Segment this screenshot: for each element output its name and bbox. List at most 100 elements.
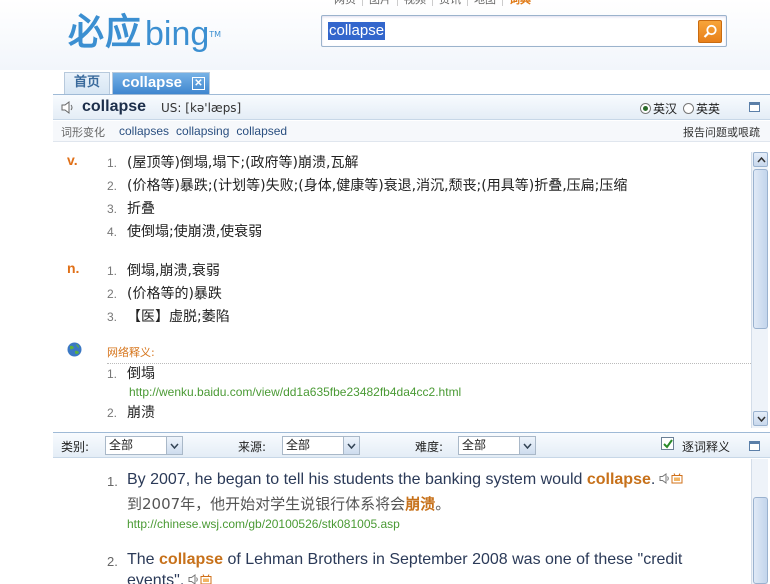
headword: collapse [82,98,147,115]
definitions-scrollbar[interactable] [751,152,768,428]
nav-images[interactable]: 图片 [363,0,398,6]
definition-item: 1. 倒塌,崩溃,衰弱 [107,260,220,280]
bing-logo[interactable]: 必应 bing TM [68,4,221,54]
inflection-link[interactable]: collapsed [236,124,287,138]
inflection-link[interactable]: collapsing [176,124,229,138]
scroll-thumb[interactable] [753,169,768,329]
tab-collapse-label: collapse [122,74,183,91]
def-number: 1. [107,156,118,170]
source-value: 全部 [286,438,311,452]
example-number: 1. [107,474,118,489]
chevron-down-icon [347,443,356,449]
web-definition-item: 1. 倒塌 [107,363,155,383]
category-value: 全部 [109,438,134,452]
def-number: 1. [107,264,118,278]
difficulty-select[interactable]: 全部 [458,436,536,455]
check-icon [663,439,673,449]
radio-dot-selected [640,103,651,114]
chevron-up-icon [757,157,766,163]
def-number: 2. [107,287,118,301]
header: 必应 bing TM 网页 图片 视频 资讯 地图 词典 collapse [0,0,770,70]
tab-collapse[interactable]: collapse ✕ [112,72,210,94]
nav-dictionary[interactable]: 词典 [503,0,537,6]
category-select[interactable]: 全部 [105,436,183,455]
tab-strip: 首页 collapse ✕ [0,70,770,94]
radio-en-cn-label: 英汉 [653,102,678,116]
example-text: 。 [435,495,451,513]
web-definitions-title: 网络释义: [107,344,751,364]
scroll-thumb[interactable] [753,497,768,584]
example-text: of Lehman Brothers in September 2008 was… [223,551,683,568]
tab-home[interactable]: 首页 [64,72,110,94]
chevron-down-icon [170,443,179,449]
top-nav: 网页 图片 视频 资讯 地图 词典 [328,0,537,6]
inflection-forms: collapses collapsing collapsed [119,124,287,138]
speaker-icon[interactable] [61,101,75,114]
definition-item: 4. 使倒塌;使崩溃,使衰弱 [107,221,262,241]
word-by-word-checkbox[interactable] [661,437,674,450]
scroll-up-arrow[interactable] [753,152,768,167]
definition-item: 3. 【医】虚脱;萎陷 [107,306,230,326]
globe-icon [67,342,82,357]
example-text: 到2007年，他开始对学生说银行体系将会 [127,495,406,513]
examples-scrollbar[interactable] [751,459,768,584]
example-text: The [127,551,160,568]
pos-noun: n. [67,260,80,276]
radio-en-en[interactable]: 英英 [683,100,720,117]
difficulty-value: 全部 [462,438,487,452]
nav-web[interactable]: 网页 [328,0,363,6]
search-button[interactable] [698,20,722,43]
example-english-line2: events". [127,572,212,584]
inflection-label: 词形变化 [61,126,105,139]
source-link[interactable]: http://wenku.baidu.com/view/dd1a635fbe23… [129,385,461,399]
example-filter-bar: 类别: 全部 来源: 全部 难度: 全部 逐词释义 [53,432,770,458]
category-label: 类别: [61,440,90,454]
def-text: 使倒塌;使崩溃,使衰弱 [127,224,263,240]
pos-verb: v. [67,152,78,168]
nav-maps[interactable]: 地图 [468,0,503,6]
inflection-link[interactable]: collapses [119,124,169,138]
def-text: 折叠 [127,201,155,217]
video-icon[interactable] [200,574,212,584]
radio-en-cn[interactable]: 英汉 [640,100,677,117]
def-number: 1. [107,367,118,381]
scroll-down-arrow[interactable] [753,411,768,426]
example-english: By 2007, he began to tell his students t… [127,471,683,489]
example-highlight: collapse [586,471,651,489]
dropdown-caret [166,437,182,454]
definitions-pane: v. 1. (屋顶等)倒塌,塌下;(政府等)崩溃,瓦解 2. (价格等)暴跌;(计划… [53,142,751,428]
example-actions [659,471,683,489]
def-text: 倒塌 [127,366,155,382]
report-link[interactable]: 报告问题或哏疏 [683,124,760,140]
def-text: 倒塌,崩溃,衰弱 [127,263,220,279]
chevron-down-icon [523,443,532,449]
def-text: (价格等的)暴跌 [127,286,222,302]
search-box: collapse [321,15,727,47]
logo-chinese: 必应 [68,11,143,53]
inflection-bar: 词形变化 collapses collapsing collapsed 报告问题… [53,121,770,142]
window-icon[interactable] [749,441,760,451]
source-link[interactable]: http://chinese.wsj.com/gb/20100526/stk08… [127,517,400,531]
definition-item: 2. (价格等)暴跌;(计划等)失败;(身体,健康等)衰退,消沉,颓丧;(用具等)… [107,175,627,195]
speaker-icon[interactable] [188,574,200,584]
def-text: (价格等)暴跌;(计划等)失败;(身体,健康等)衰退,消沉,颓丧;(用具等)折叠… [127,178,628,194]
example-text: . [650,471,656,489]
def-number: 4. [107,225,118,239]
example-highlight: collapse [159,551,224,568]
chevron-down-icon [757,416,766,422]
examples-pane: 1. By 2007, he began to tell his student… [53,459,751,584]
def-text: (屋顶等)倒塌,塌下;(政府等)崩溃,瓦解 [127,155,359,171]
nav-video[interactable]: 视频 [398,0,433,6]
logo-trademark: TM [209,30,222,39]
nav-news[interactable]: 资讯 [433,0,468,6]
search-input[interactable]: collapse [328,22,386,40]
video-icon[interactable] [671,473,683,484]
source-select[interactable]: 全部 [282,436,360,455]
def-number: 2. [107,179,118,193]
close-icon[interactable]: ✕ [192,77,205,90]
window-icon[interactable] [749,102,760,112]
example-actions [188,572,212,584]
example-highlight: 崩溃 [405,495,436,513]
web-definition-item: 2. 崩溃 [107,402,155,422]
speaker-icon[interactable] [659,473,671,484]
